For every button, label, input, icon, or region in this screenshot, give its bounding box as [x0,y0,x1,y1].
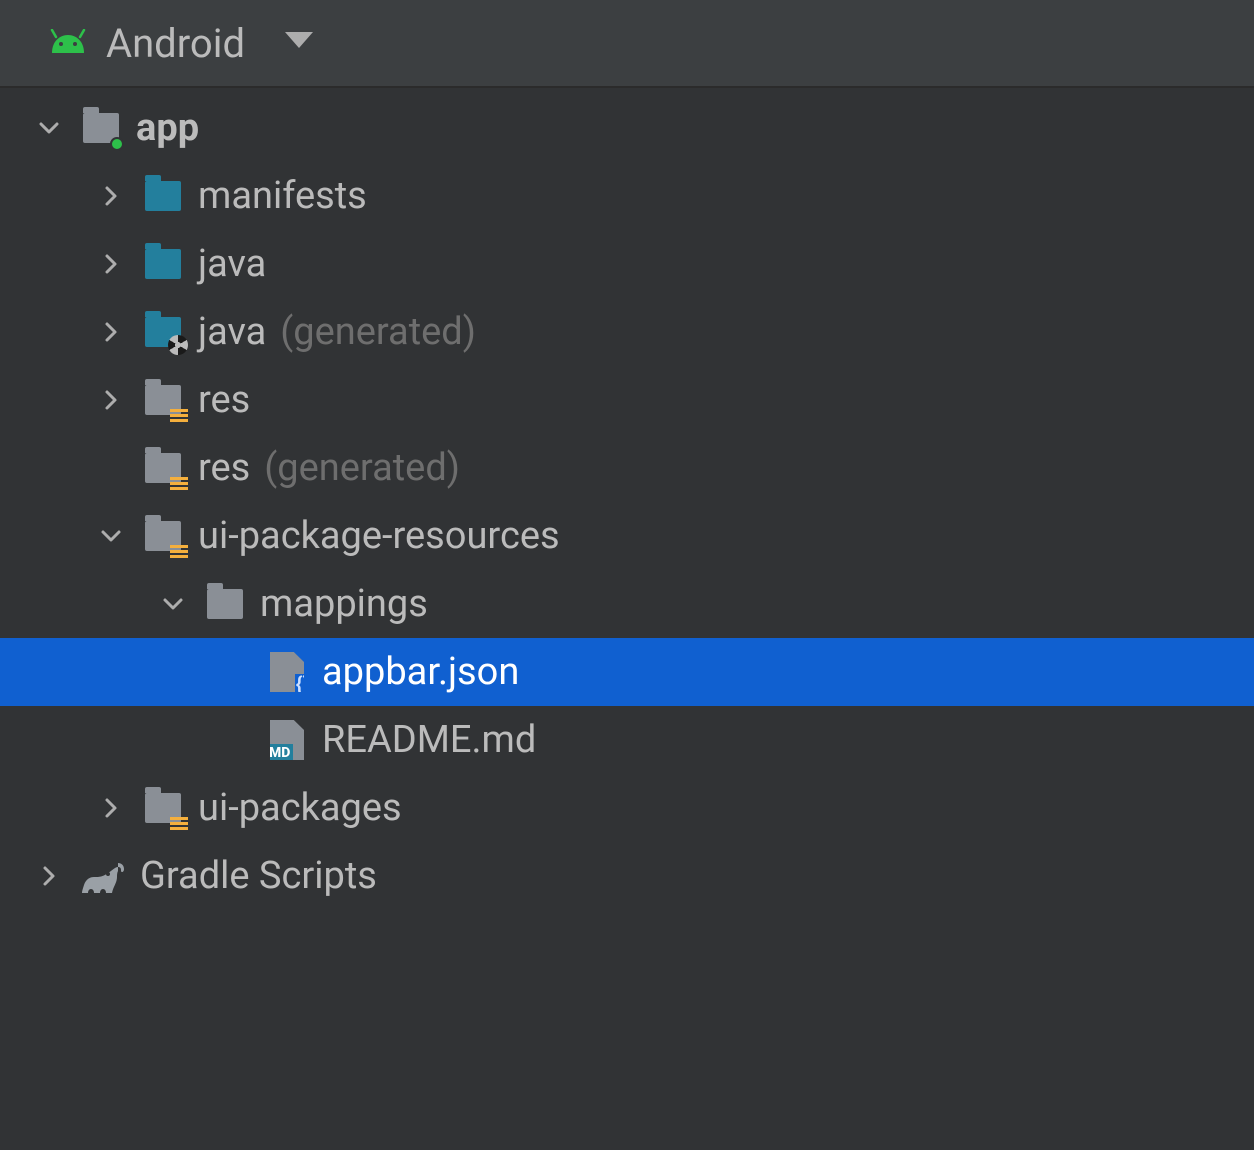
tree-item-label: README.md [322,718,536,762]
tree-item-label: mappings [260,582,428,626]
tree-item-gradle-scripts[interactable]: Gradle Scripts [0,842,1254,910]
chevron-right-icon[interactable] [80,388,142,412]
tree-item-suffix: (generated) [264,446,460,490]
gradle-icon [80,859,126,893]
android-icon [48,29,88,57]
chevron-down-icon[interactable] [80,524,142,548]
module-folder-icon [80,107,122,149]
project-view-toolbar[interactable]: Android [0,0,1254,88]
tree-item-label: java [198,242,266,286]
resource-folder-icon [142,447,184,489]
tree-item-app[interactable]: app [0,94,1254,162]
tree-item-java-generated[interactable]: java (generated) [0,298,1254,366]
chevron-down-icon[interactable] [285,32,313,54]
tree-item-label: res [198,446,250,490]
resource-folder-icon [142,515,184,557]
tree-item-mappings[interactable]: mappings [0,570,1254,638]
chevron-down-icon[interactable] [18,116,80,140]
chevron-right-icon[interactable] [80,320,142,344]
tree-item-label: res [198,378,250,422]
generated-folder-icon [142,311,184,353]
chevron-right-icon[interactable] [18,864,80,888]
resource-folder-icon [142,379,184,421]
tree-item-label: app [136,106,199,150]
tree-item-ui-package-resources[interactable]: ui-package-resources [0,502,1254,570]
tree-item-res[interactable]: res [0,366,1254,434]
tree-item-appbar-json[interactable]: appbar.json [0,638,1254,706]
project-view-label: Android [106,20,245,67]
tree-item-label: appbar.json [322,650,519,694]
tree-item-java[interactable]: java [0,230,1254,298]
folder-icon [142,175,184,217]
tree-item-ui-packages[interactable]: ui-packages [0,774,1254,842]
tree-item-suffix: (generated) [280,310,476,354]
project-tree: app manifests java java (generated) [0,88,1254,910]
chevron-right-icon[interactable] [80,252,142,276]
folder-icon [204,583,246,625]
tree-item-label: manifests [198,174,367,218]
tree-item-label: java [198,310,266,354]
chevron-down-icon[interactable] [142,592,204,616]
tree-item-manifests[interactable]: manifests [0,162,1254,230]
tree-item-res-generated[interactable]: res (generated) [0,434,1254,502]
tree-item-label: ui-package-resources [198,514,560,558]
tree-item-label: ui-packages [198,786,402,830]
tree-item-readme[interactable]: README.md [0,706,1254,774]
tree-item-label: Gradle Scripts [140,854,377,898]
json-file-icon [266,651,308,693]
resource-folder-icon [142,787,184,829]
chevron-right-icon[interactable] [80,184,142,208]
markdown-file-icon [266,719,308,761]
chevron-right-icon[interactable] [80,796,142,820]
folder-icon [142,243,184,285]
